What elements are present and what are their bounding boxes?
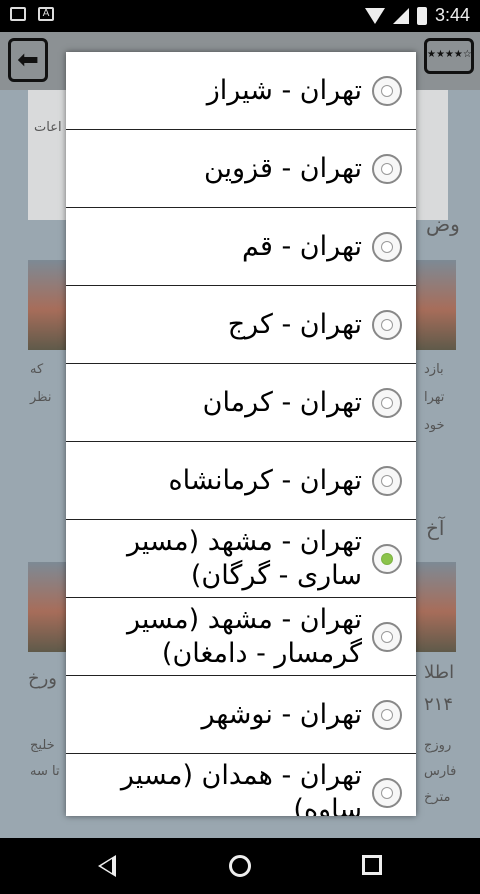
bg-image bbox=[28, 260, 68, 350]
route-option-label: تهران - قزوین bbox=[203, 152, 362, 184]
bg-snippet: فارس bbox=[424, 764, 457, 779]
bg-snippet: روزج bbox=[424, 738, 452, 753]
route-option[interactable]: تهران - قزوین bbox=[66, 130, 416, 208]
route-option[interactable]: تهران - نوشهر bbox=[66, 676, 416, 754]
route-option-label: تهران - کرمانشاه bbox=[168, 464, 362, 496]
radio-button[interactable] bbox=[372, 153, 402, 184]
route-option-label: تهران - نوشهر bbox=[201, 698, 362, 730]
route-option-label: تهران - کرج bbox=[227, 308, 362, 340]
radio-button[interactable] bbox=[372, 75, 402, 106]
radio-button[interactable] bbox=[372, 465, 402, 496]
wifi-icon bbox=[364, 7, 385, 24]
clock: 3:44 bbox=[434, 5, 470, 25]
radio-button[interactable] bbox=[372, 621, 402, 652]
status-bar: A 3:44 bbox=[0, 0, 480, 32]
route-option[interactable]: تهران - مشهد (مسیر گرمسار - دامغان) bbox=[66, 598, 416, 676]
bg-snippet: تهرا bbox=[424, 390, 445, 405]
bg-snippet: نظر bbox=[30, 390, 52, 405]
bg-snippet: تا سه bbox=[30, 764, 60, 779]
navigation-bar bbox=[0, 838, 480, 894]
radio-button[interactable] bbox=[372, 777, 402, 808]
bg-image bbox=[28, 562, 68, 652]
route-option[interactable]: تهران - شیراز bbox=[66, 52, 416, 130]
route-option-label: تهران - مشهد (مسیر گرمسار - دامغان) bbox=[127, 603, 362, 669]
bg-snippet: خود bbox=[424, 418, 445, 433]
text-a-icon: A bbox=[38, 7, 54, 21]
bg-snippet: اعات bbox=[34, 120, 62, 135]
battery-icon bbox=[416, 6, 427, 25]
bg-snippet: که bbox=[30, 362, 44, 377]
bg-snippet: آخ bbox=[426, 516, 445, 540]
bg-snippet: وض bbox=[426, 212, 460, 236]
back-icon[interactable] bbox=[98, 855, 116, 877]
route-option[interactable]: تهران - قم bbox=[66, 208, 416, 286]
rate-button[interactable]: ★★★★☆ bbox=[424, 38, 474, 74]
route-option[interactable]: تهران - مشهد (مسیر ساری - گرگان) bbox=[66, 520, 416, 598]
back-arrow-button[interactable]: ⬅ bbox=[8, 38, 48, 82]
bg-image bbox=[416, 562, 456, 652]
recent-apps-icon[interactable] bbox=[362, 855, 382, 875]
route-option-label: تهران - همدان (مسیر ساوه) bbox=[120, 759, 362, 817]
route-option[interactable]: تهران - کرمانشاه bbox=[66, 442, 416, 520]
bg-snippet: مترخ bbox=[424, 790, 451, 805]
radio-button[interactable] bbox=[372, 699, 402, 730]
route-option-label: تهران - شیراز bbox=[206, 74, 362, 106]
bg-snippet: اطلا bbox=[424, 662, 455, 683]
radio-button-selected[interactable] bbox=[372, 543, 402, 574]
bg-snippet: ۲۱۴ bbox=[424, 694, 454, 715]
bg-image bbox=[416, 260, 456, 350]
route-selection-dialog: تهران - شیراز تهران - قزوین تهران - قم ت… bbox=[66, 52, 416, 816]
bg-snippet: ورخ bbox=[28, 668, 58, 689]
route-option[interactable]: تهران - کرمان bbox=[66, 364, 416, 442]
radio-button[interactable] bbox=[372, 309, 402, 340]
radio-button[interactable] bbox=[372, 231, 402, 262]
route-option-label: تهران - کرمان bbox=[202, 386, 362, 418]
image-icon bbox=[10, 7, 26, 21]
bg-snippet: بازد bbox=[424, 362, 444, 377]
home-icon[interactable] bbox=[229, 855, 251, 877]
route-option[interactable]: تهران - کرج bbox=[66, 286, 416, 364]
bg-snippet: خلیج bbox=[30, 738, 55, 753]
route-option-label: تهران - قم bbox=[242, 230, 362, 262]
radio-button[interactable] bbox=[372, 387, 402, 418]
route-option-label: تهران - مشهد (مسیر ساری - گرگان) bbox=[127, 525, 362, 591]
notification-icons: A bbox=[10, 7, 54, 21]
signal-icon bbox=[392, 7, 409, 24]
route-option[interactable]: تهران - همدان (مسیر ساوه) bbox=[66, 754, 416, 816]
system-icons: 3:44 bbox=[364, 5, 470, 26]
